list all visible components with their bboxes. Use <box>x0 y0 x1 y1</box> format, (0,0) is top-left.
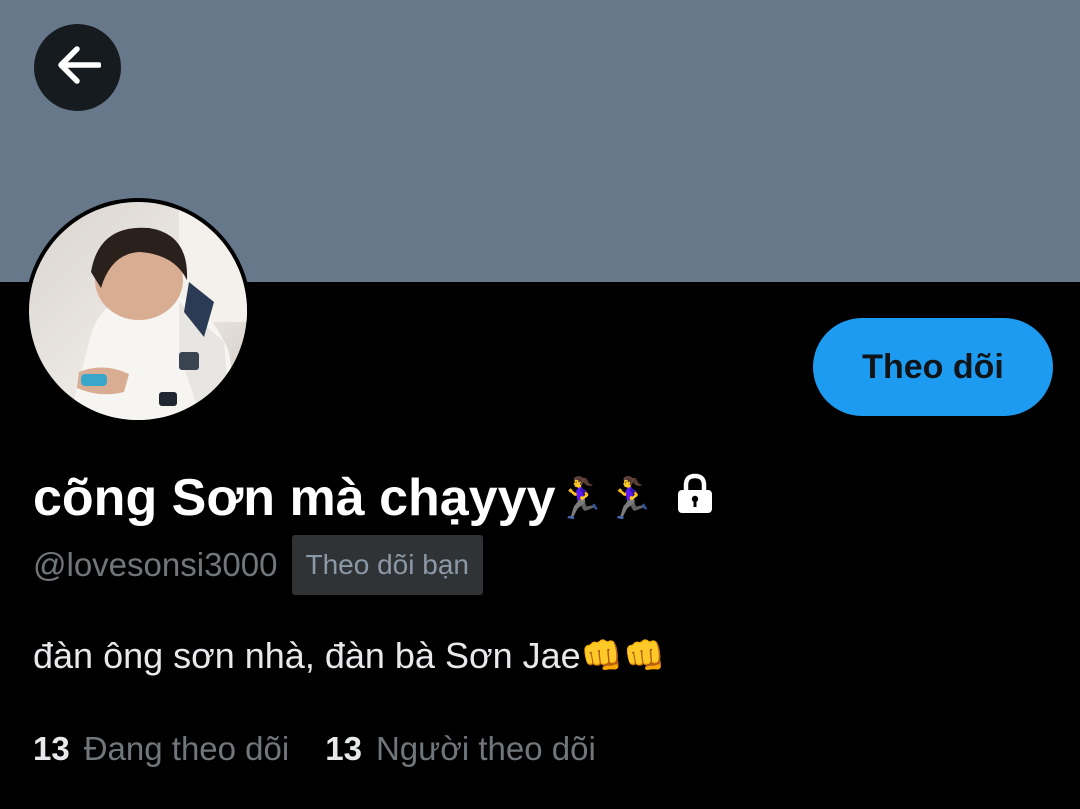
handle-row: @lovesonsi3000 Theo dõi bạn <box>33 535 483 595</box>
followers-label: Người theo dõi <box>375 730 596 767</box>
bio-text: đàn ông sơn nhà, đàn bà Sơn Jae <box>33 635 581 676</box>
fist-emoji-1: 👊 <box>580 637 623 675</box>
avatar-photo <box>29 202 247 420</box>
follow-button[interactable]: Theo dõi <box>813 318 1053 416</box>
following-label: Đang theo dõi <box>83 730 290 767</box>
avatar[interactable] <box>25 198 251 424</box>
profile-bio: đàn ông sơn nhà, đàn bà Sơn Jae 👊 👊 <box>33 628 665 684</box>
following-stat[interactable]: 13 Đang theo dõi <box>33 724 289 774</box>
followers-count: 13 <box>325 730 362 767</box>
back-button[interactable] <box>34 24 121 111</box>
woman-running-emoji-1: 🏃‍♀️ <box>555 476 606 521</box>
following-count: 13 <box>33 730 70 767</box>
display-name: cõng Sơn mà chạyyy <box>33 469 556 527</box>
username-handle: @lovesonsi3000 <box>33 546 278 583</box>
profile-page: Theo dõi cõng Sơn mà chạyyy 🏃‍♀️ 🏃‍♀️ @l… <box>0 0 1080 809</box>
arrow-left-icon <box>55 45 102 90</box>
follows-you-badge: Theo dõi bạn <box>291 535 483 595</box>
woman-running-emoji-2: 🏃‍♀️ <box>605 476 656 521</box>
follow-stats: 13 Đang theo dõi 13 Người theo dõi <box>33 724 596 774</box>
followers-stat[interactable]: 13 Người theo dõi <box>325 724 596 774</box>
lock-icon <box>673 471 717 520</box>
fist-emoji-2: 👊 <box>622 637 666 675</box>
display-name-row: cõng Sơn mà chạyyy 🏃‍♀️ 🏃‍♀️ <box>33 462 717 534</box>
